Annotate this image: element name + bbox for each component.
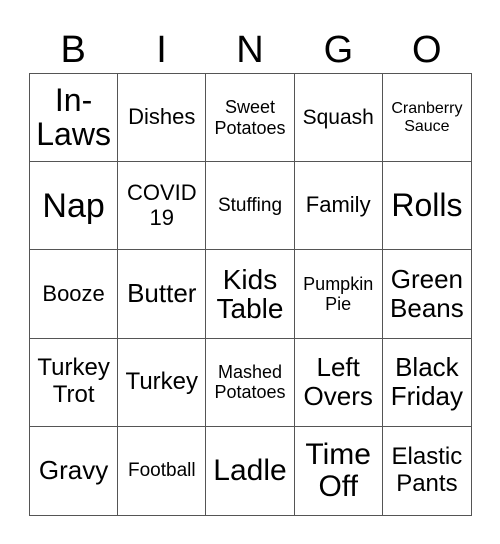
cell-label: Dishes — [128, 104, 196, 130]
cell-label: Elastic Pants — [391, 443, 463, 497]
bingo-cell[interactable]: Turkey — [118, 338, 207, 427]
bingo-cell[interactable]: Time Off — [295, 426, 383, 515]
cell-label: COVID 19 — [126, 180, 197, 230]
cell-label: Pumpkin Pie — [303, 273, 374, 314]
bingo-cell[interactable]: Booze — [30, 250, 119, 339]
cell-label: Sweet Potatoes — [214, 97, 286, 138]
bingo-cell[interactable]: Stuffing — [206, 162, 295, 251]
bingo-cell[interactable]: In- Laws — [30, 74, 119, 163]
header-letter-o: O — [411, 29, 442, 71]
cell-label: Rolls — [391, 186, 463, 223]
bingo-cell[interactable]: COVID 19 — [118, 162, 207, 251]
bingo-cell[interactable]: Gravy — [30, 426, 119, 515]
cell-label: Black Friday — [390, 352, 464, 412]
bingo-cell[interactable]: Green Beans — [382, 250, 471, 339]
bingo-card-grid: In- Laws Dishes Sweet Potatoes Squash Cran… — [29, 73, 472, 516]
bingo-cell[interactable]: Nap — [30, 162, 119, 251]
bingo-cell[interactable]: Elastic Pants — [383, 427, 471, 515]
cell-label: Kids Table — [216, 263, 284, 324]
cell-label: Booze — [42, 280, 105, 306]
cell-label: Football — [127, 460, 196, 482]
bingo-cell[interactable]: Dishes — [118, 74, 207, 163]
cell-label: Family — [305, 192, 371, 218]
cell-label: Butter — [127, 278, 197, 309]
bingo-cell[interactable]: Black Friday — [382, 339, 471, 427]
bingo-cell[interactable]: Turkey Trot — [30, 338, 119, 427]
cell-label: Turkey — [125, 367, 199, 395]
bingo-cell[interactable]: Ladle — [206, 426, 295, 515]
header-letter-g: G — [323, 29, 354, 71]
bingo-cell[interactable]: Kids Table — [206, 250, 295, 339]
header-letter-b: B — [60, 29, 86, 71]
cell-label: Left Overs — [303, 352, 373, 412]
cell-label: Stuffing — [217, 195, 283, 217]
bingo-cell[interactable]: Rolls — [382, 162, 471, 251]
bingo-cell[interactable]: Sweet Potatoes — [206, 74, 295, 163]
cell-label: Ladle — [213, 454, 287, 488]
bingo-cell[interactable]: Squash — [294, 74, 383, 163]
bingo-cell[interactable]: Butter — [118, 250, 207, 339]
cell-label: Mashed Potatoes — [214, 362, 286, 403]
cell-label: Cranberry Sauce — [391, 99, 463, 135]
cell-label: Squash — [302, 105, 374, 129]
header-letter-n: N — [236, 29, 264, 71]
cell-label: Time Off — [305, 438, 371, 503]
bingo-cell[interactable]: Cranberry Sauce — [382, 74, 471, 163]
bingo-cell[interactable]: Pumpkin Pie — [294, 250, 383, 339]
bingo-cell[interactable]: Left Overs — [294, 338, 383, 427]
header-letter-i: I — [156, 29, 167, 71]
cell-label: Turkey Trot — [37, 354, 110, 409]
cell-label: Gravy — [38, 455, 109, 486]
bingo-cell[interactable]: Football — [118, 426, 207, 515]
cell-label: In- Laws — [36, 82, 111, 152]
bingo-header: B I N G O — [29, 28, 471, 72]
bingo-cell[interactable]: Family — [294, 162, 383, 251]
bingo-cell[interactable]: Mashed Potatoes — [206, 338, 295, 427]
cell-label: Green Beans — [390, 263, 464, 323]
cell-label: Nap — [42, 186, 105, 225]
